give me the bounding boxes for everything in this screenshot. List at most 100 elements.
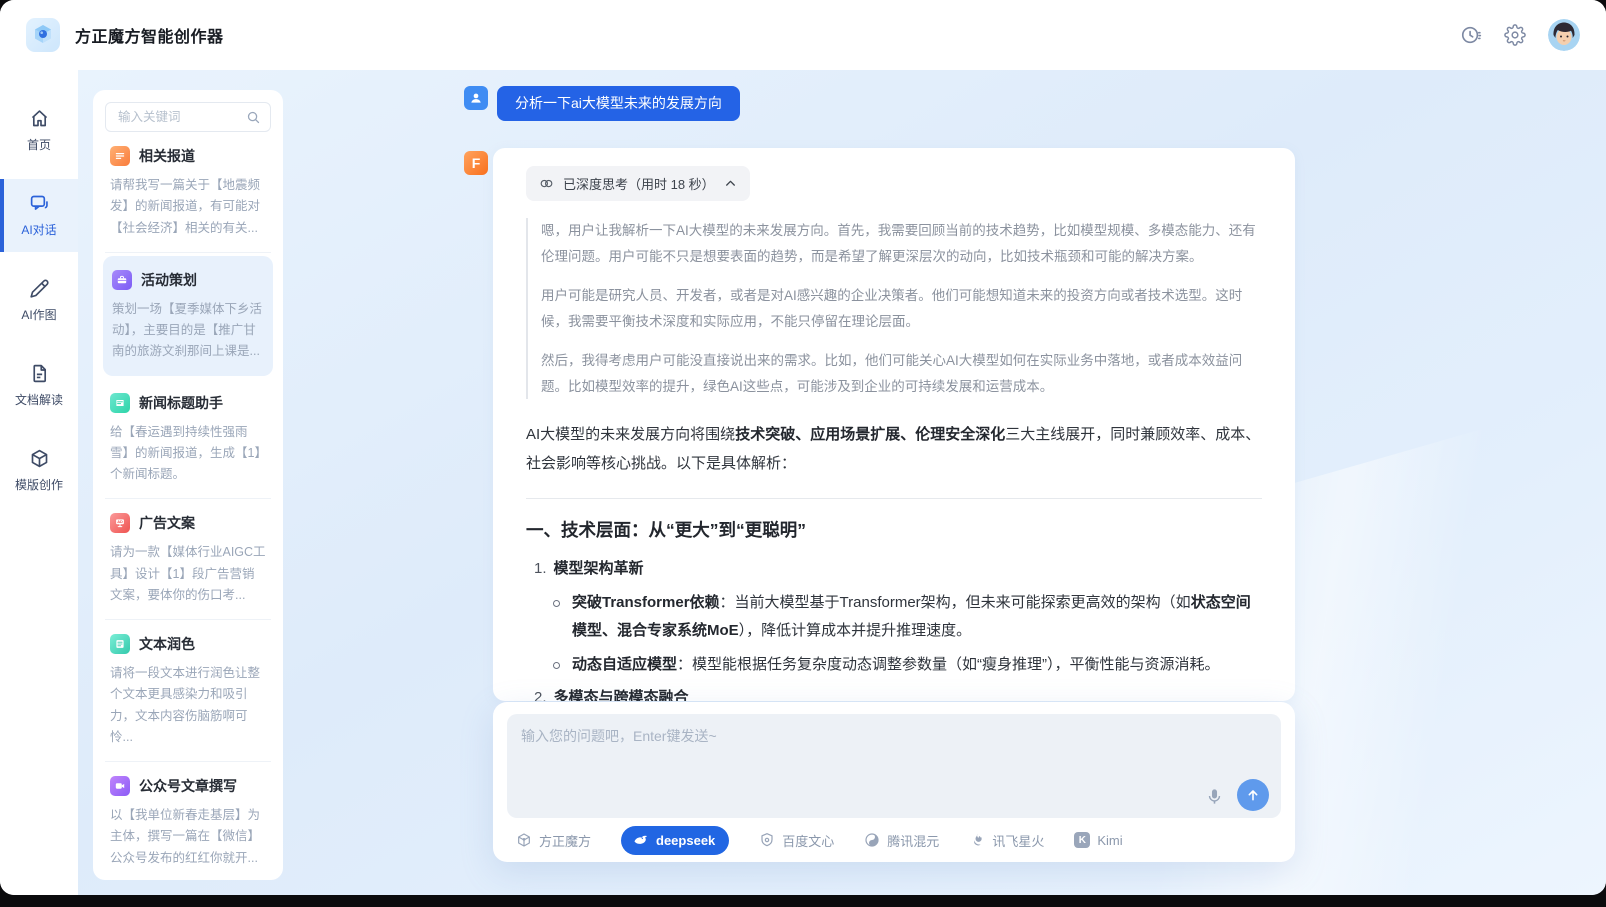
ai-response-card: 已深度思考（用时 18 秒） 嗯，用户让我解析一下AI大模型的未来发展方向。首先… xyxy=(493,148,1295,701)
search-box xyxy=(105,102,271,132)
cube-icon xyxy=(29,448,50,469)
thinking-paragraph: 然后，我得考虑用户可能没直接说出来的需求。比如，他们可能关心AI大模型如何在实际… xyxy=(541,348,1262,400)
bullet-text: ：当前大模型基于Transformer架构，但未来可能探索更高效的架构（如 xyxy=(720,594,1191,611)
baidu-wenxin-icon xyxy=(759,832,775,848)
answer-intro-text: AI大模型的未来发展方向将围绕 xyxy=(526,426,735,443)
briefcase-icon xyxy=(112,270,132,290)
send-button[interactable] xyxy=(1237,779,1269,811)
prompt-item-wechat-article[interactable]: 公众号文章撰写 以【我单位新春走基层】为主体，撰写一篇在【微信】公众号发布的红红… xyxy=(105,762,271,880)
nav-label: AI作图 xyxy=(21,306,56,323)
prompt-item-title: 公众号文章撰写 xyxy=(139,776,237,796)
model-option-tencent-hunyuan[interactable]: 腾讯混元 xyxy=(864,831,939,850)
prompt-item-event-planning[interactable]: 活动策划 策划一场【夏季媒体下乡活动】，主要目的是【推广甘南的旅游文刹那间上课是… xyxy=(103,256,273,376)
prompt-item-title: 文本润色 xyxy=(139,634,195,654)
search-icon[interactable] xyxy=(246,110,261,125)
user-message-row: 分析一下ai大模型未来的发展方向 xyxy=(464,86,740,121)
model-option-kimi[interactable]: K Kimi xyxy=(1074,832,1122,848)
answer-sublist: 突破Transformer依赖：当前大模型基于Transformer架构，但未来… xyxy=(526,589,1262,680)
prompt-item-title: 广告文案 xyxy=(139,513,195,533)
answer-list-item: 1. 模型架构革新 xyxy=(526,555,1262,584)
model-selector-row: 方正魔方 deepseek 百度文心 腾讯混元 xyxy=(507,818,1281,862)
prompt-item-desc: 以【我单位新春走基层】为主体，撰写一篇在【微信】公众号发布的红红你就开... xyxy=(110,805,266,869)
prompt-item-related-report[interactable]: 相关报道 请帮我写一篇关于【地震频发】的新闻报道，有可能对【社会经济】相关的有关… xyxy=(105,132,271,253)
app-logo-icon xyxy=(26,18,60,52)
brush-icon xyxy=(29,278,50,299)
svg-text:AD: AD xyxy=(117,519,123,524)
model-option-fangzheng[interactable]: 方正魔方 xyxy=(516,831,591,850)
tencent-hunyuan-icon xyxy=(864,832,880,848)
thinking-paragraph: 用户可能是研究人员、开发者，或者是对AI感兴趣的企业决策者。他们可能想知道未来的… xyxy=(541,283,1262,335)
message-input[interactable] xyxy=(507,714,1281,818)
prompt-item-desc: 请将一段文本进行润色让整个文本更具感染力和吸引力，文本内容伤脑筋啊可怜... xyxy=(110,663,266,748)
settings-gear-icon[interactable] xyxy=(1504,24,1526,46)
chat-bubbles-icon xyxy=(29,193,50,214)
answer-list-item: 2. 多模态与跨模态融合 xyxy=(526,684,1262,701)
list-item-title: 多模态与跨模态融合 xyxy=(554,684,689,701)
microphone-icon[interactable] xyxy=(1201,783,1227,809)
prompt-item-title: 相关报道 xyxy=(139,146,195,166)
report-icon xyxy=(110,146,130,166)
home-icon xyxy=(29,108,50,129)
list-number: 2. xyxy=(534,684,547,701)
deep-think-label: 已深度思考（用时 18 秒） xyxy=(563,174,715,193)
list-number: 1. xyxy=(534,555,547,584)
model-label: 腾讯混元 xyxy=(887,831,939,850)
header-actions xyxy=(1460,19,1580,51)
prompt-item-ad-copy[interactable]: AD 广告文案 请为一款【媒体行业AIGC工具】设计【1】段广告营销文案，要体你… xyxy=(105,499,271,620)
answer-bullet: 动态自适应模型：模型能根据任务复杂度动态调整参数量（如“瘦身推理”），平衡性能与… xyxy=(526,651,1262,680)
composer-input-box xyxy=(507,714,1281,818)
thinking-content: 嗯，用户让我解析一下AI大模型的未来发展方向。首先，我需要回顾当前的技术趋势，比… xyxy=(526,218,1262,399)
nav-item-doc-reading[interactable]: 文档解读 xyxy=(0,349,78,422)
app-header: 方正魔方智能创作器 xyxy=(0,0,1606,70)
thinking-paragraph: 嗯，用户让我解析一下AI大模型的未来发展方向。首先，我需要回顾当前的技术趋势，比… xyxy=(541,218,1262,270)
prompt-item-headline-helper[interactable]: 新闻标题助手 给【春运遇到持续性强雨雪】的新闻报道，生成【1】个新闻标题。 xyxy=(105,379,271,500)
model-option-xunfei-spark[interactable]: 讯飞星火 xyxy=(969,831,1044,850)
main-area: 相关报道 请帮我写一篇关于【地震频发】的新闻报道，有可能对【社会经济】相关的有关… xyxy=(78,70,1606,895)
model-label: 百度文心 xyxy=(782,831,834,850)
user-message-bubble[interactable]: 分析一下ai大模型未来的发展方向 xyxy=(497,86,740,121)
model-label: Kimi xyxy=(1097,833,1122,848)
bullet-text: ），降低计算成本并提升推理速度。 xyxy=(739,622,972,639)
nav-item-ai-chat[interactable]: AI对话 xyxy=(0,179,78,252)
xunfei-spark-flame-icon xyxy=(969,832,985,848)
kimi-icon: K xyxy=(1074,832,1090,848)
answer-section-heading: 一、技术层面：从“更大”到“更聪明” xyxy=(526,517,1262,542)
ad-icon: AD xyxy=(110,513,130,533)
user-message-avatar-icon xyxy=(464,86,488,110)
nav-label: AI对话 xyxy=(21,221,56,238)
bullet-text: ：模型能根据任务复杂度动态调整参数量（如“瘦身推理”），平衡性能与资源消耗。 xyxy=(677,656,1220,673)
nav-label: 文档解读 xyxy=(15,391,63,408)
prompt-item-desc: 请为一款【媒体行业AIGC工具】设计【1】段广告营销文案，要体你的伤口考... xyxy=(110,542,266,606)
user-avatar[interactable] xyxy=(1548,19,1580,51)
answer-intro: AI大模型的未来发展方向将围绕技术突破、应用场景扩展、伦理安全深化三大主线展开，… xyxy=(526,421,1262,478)
deep-think-toggle[interactable]: 已深度思考（用时 18 秒） xyxy=(526,166,750,201)
fangzheng-cube-icon xyxy=(516,832,532,848)
deep-think-icon xyxy=(539,176,554,191)
page-title: 方正魔方智能创作器 xyxy=(75,23,224,47)
answer-intro-bold: 技术突破、应用场景扩展、伦理安全深化 xyxy=(735,426,1005,443)
model-label: 讯飞星火 xyxy=(992,831,1044,850)
prompt-item-title: 新闻标题助手 xyxy=(139,393,223,413)
prompt-item-desc: 请帮我写一篇关于【地震频发】的新闻报道，有可能对【社会经济】相关的有关... xyxy=(110,175,266,239)
history-icon[interactable] xyxy=(1460,24,1482,46)
search-input[interactable] xyxy=(116,109,240,125)
list-item-title: 模型架构革新 xyxy=(554,555,644,584)
prompt-item-text-polish[interactable]: 文本润色 请将一段文本进行润色让整个文本更具感染力和吸引力，文本内容伤脑筋啊可怜… xyxy=(105,620,271,762)
ai-assistant-avatar: F xyxy=(464,151,488,175)
model-option-deepseek[interactable]: deepseek xyxy=(621,826,729,855)
wechat-article-icon xyxy=(110,776,130,796)
nav-item-template-create[interactable]: 模版创作 xyxy=(0,434,78,507)
nav-item-home[interactable]: 首页 xyxy=(0,94,78,167)
prompt-item-desc: 策划一场【夏季媒体下乡活动】，主要目的是【推广甘南的旅游文刹那间上课是... xyxy=(112,299,264,363)
model-option-baidu-wenxin[interactable]: 百度文心 xyxy=(759,831,834,850)
app-window: 方正魔方智能创作器 首页 AI对话 xyxy=(0,0,1606,895)
model-label: 方正魔方 xyxy=(539,831,591,850)
bullet-bold: 动态自适应模型 xyxy=(572,656,677,673)
headline-icon xyxy=(110,393,130,413)
bullet-bold: 突破Transformer依赖 xyxy=(572,594,720,611)
deepseek-whale-icon xyxy=(632,832,649,849)
nav-item-ai-image[interactable]: AI作图 xyxy=(0,264,78,337)
arrow-up-icon xyxy=(1245,787,1261,803)
nav-label: 首页 xyxy=(27,136,51,153)
polish-icon xyxy=(110,634,130,654)
